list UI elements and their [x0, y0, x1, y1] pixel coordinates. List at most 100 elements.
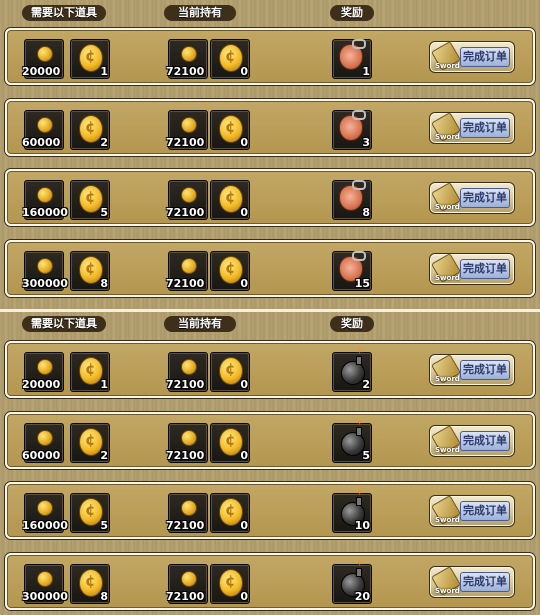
pouch-icon [339, 39, 366, 70]
reward-slot: 5 [332, 418, 372, 463]
coin-icon [181, 500, 197, 516]
complete-order-button[interactable]: Sword 完成订单 [429, 494, 515, 527]
held-coin-count: 72100 [166, 136, 205, 149]
pouch-icon [339, 110, 366, 141]
reward-slot: 8 [332, 180, 372, 220]
held-gold-count: 0 [240, 206, 248, 219]
coin-icon [37, 500, 53, 516]
reward-count: 15 [354, 277, 370, 290]
sword-icon-label: Sword [435, 62, 460, 70]
required-gold-count: 8 [100, 277, 108, 290]
order-row: 60000 2 72100 0 3 Sword完成订单 [5, 99, 535, 156]
required-gold-slot: 2 [70, 110, 110, 150]
held-gold-count: 0 [240, 590, 248, 603]
order-row: 160000 5 72100 0 8 Sword完成订单 [5, 169, 535, 226]
required-gold-slot: 5 [70, 180, 110, 220]
complete-order-button[interactable]: Sword 完成订单 [429, 353, 515, 386]
reward-count: 1 [362, 65, 370, 78]
sword-icon-label: Sword [435, 446, 460, 454]
required-gold-count: 8 [100, 590, 108, 603]
held-coin-slot: 72100 [166, 251, 208, 291]
complete-order-button[interactable]: Sword 完成订单 [429, 565, 515, 598]
held-gold-slot: 0 [210, 251, 250, 291]
order-panel-2: 需要以下道具 当前持有 奖励 2000017210002Sword完成订单600… [0, 312, 540, 615]
held-coin-count: 72100 [166, 519, 205, 532]
required-gold-count: 1 [100, 378, 108, 391]
complete-order-label: 完成订单 [460, 259, 510, 279]
coin-icon [37, 46, 53, 62]
required-coin-count: 160000 [22, 519, 68, 532]
order-row: 20000 1 72100 0 1 Sword完成订单 [5, 28, 535, 85]
coin-icon [181, 258, 197, 274]
held-coin-slot: 72100 [166, 564, 208, 604]
held-gold-count: 0 [240, 136, 248, 149]
header-held: 当前持有 [164, 316, 236, 332]
required-gold-slot: 2 [70, 423, 110, 463]
held-gold-count: 0 [240, 65, 248, 78]
header-reward: 奖励 [330, 316, 374, 332]
required-gold-count: 5 [100, 519, 108, 532]
order-panel-1: 需要以下道具 当前持有 奖励 2000017210001Sword完成订单600… [0, 0, 540, 309]
complete-order-label: 完成订单 [460, 360, 510, 380]
coin-icon [37, 258, 53, 274]
held-coin-count: 72100 [166, 378, 205, 391]
required-coin-slot: 160000 [22, 493, 68, 533]
required-gold-slot: 1 [70, 352, 110, 392]
order-row: 160000 5 72100 0 10 Sword完成订单 [5, 482, 535, 539]
required-coin-slot: 20000 [22, 352, 64, 392]
header-reward: 奖励 [330, 5, 374, 21]
coin-icon [37, 571, 53, 587]
held-coin-slot: 72100 [166, 39, 208, 79]
complete-order-button[interactable]: Sword 完成订单 [429, 252, 515, 285]
reward-count: 5 [362, 449, 370, 462]
required-gold-count: 2 [100, 449, 108, 462]
complete-order-button[interactable]: Sword 完成订单 [429, 111, 515, 144]
sword-icon-label: Sword [435, 133, 460, 141]
reward-count: 20 [354, 590, 370, 603]
sword-icon-label: Sword [435, 375, 460, 383]
reward-slot: 15 [332, 251, 372, 291]
held-gold-slot: 0 [210, 423, 250, 463]
header-required: 需要以下道具 [22, 316, 106, 332]
held-coin-count: 72100 [166, 206, 205, 219]
required-coin-count: 20000 [22, 65, 61, 78]
required-gold-count: 1 [100, 65, 108, 78]
sword-icon-label: Sword [435, 274, 460, 282]
reward-slot: 2 [332, 347, 372, 392]
complete-order-button[interactable]: Sword 完成订单 [429, 424, 515, 457]
required-gold-count: 2 [100, 136, 108, 149]
required-coin-count: 160000 [22, 206, 68, 219]
complete-order-button[interactable]: Sword 完成订单 [429, 40, 515, 73]
required-coin-count: 300000 [22, 590, 68, 603]
required-coin-slot: 300000 [22, 564, 68, 604]
complete-order-label: 完成订单 [460, 572, 510, 592]
held-gold-slot: 0 [210, 110, 250, 150]
reward-slot: 10 [332, 488, 372, 533]
held-coin-slot: 72100 [166, 110, 208, 150]
required-gold-slot: 5 [70, 493, 110, 533]
coin-icon [37, 187, 53, 203]
held-gold-count: 0 [240, 277, 248, 290]
reward-slot: 1 [332, 39, 372, 79]
complete-order-label: 完成订单 [460, 188, 510, 208]
held-coin-count: 72100 [166, 590, 205, 603]
complete-order-button[interactable]: Sword 完成订单 [429, 181, 515, 214]
required-coin-count: 300000 [22, 277, 68, 290]
held-gold-slot: 0 [210, 493, 250, 533]
reward-count: 3 [362, 136, 370, 149]
order-row: 300000 8 72100 0 20 Sword完成订单 [5, 553, 535, 610]
held-gold-count: 0 [240, 519, 248, 532]
coin-icon [181, 430, 197, 446]
required-coin-slot: 160000 [22, 180, 68, 220]
reward-count: 10 [354, 519, 370, 532]
header-required: 需要以下道具 [22, 5, 106, 21]
required-gold-slot: 8 [70, 564, 110, 604]
coin-icon [37, 359, 53, 375]
held-coin-count: 72100 [166, 65, 205, 78]
coin-icon [37, 430, 53, 446]
order-row: 20000 1 72100 0 2 Sword完成订单 [5, 341, 535, 398]
required-coin-slot: 60000 [22, 110, 64, 150]
coin-icon [181, 187, 197, 203]
reward-slot: 20 [332, 559, 372, 604]
held-coin-count: 72100 [166, 449, 205, 462]
